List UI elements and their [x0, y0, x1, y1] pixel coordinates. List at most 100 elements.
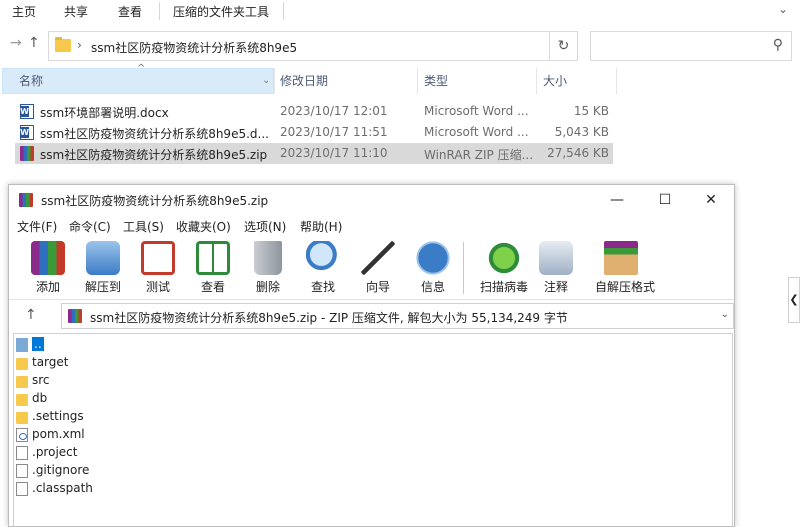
chevron-down-icon[interactable]: ⌄: [778, 2, 788, 16]
chevron-left-icon[interactable]: ❮: [788, 277, 800, 323]
winrar-path-dropdown[interactable]: ssm社区防疫物资统计分析系统8h9e5.zip - ZIP 压缩文件, 解包大…: [61, 303, 734, 329]
search-icon[interactable]: ⚲: [773, 37, 783, 53]
toolbar-label: 测试: [145, 280, 170, 294]
address-path[interactable]: ssm社区防疫物资统计分析系统8h9e5: [91, 39, 297, 56]
sfx-button[interactable]: 自解压格式: [595, 241, 655, 295]
file-size: 27,546 KB: [547, 146, 609, 160]
virus-scan-icon: [487, 241, 521, 275]
file-name[interactable]: ssm社区防疫物资统计分析系统8h9e5.d...: [40, 125, 275, 142]
menu-favorites[interactable]: 收藏夹(O): [176, 218, 231, 235]
file-name[interactable]: ssm社区防疫物资统计分析系统8h9e5.zip: [40, 146, 275, 163]
folder-icon: [16, 358, 28, 370]
column-size-label[interactable]: 大小: [543, 68, 567, 94]
word-doc-icon: [20, 125, 34, 140]
file-row[interactable]: ssm环境部署说明.docx 2023/10/17 12:01 Microsof…: [15, 101, 613, 122]
address-row: → ↑ › ssm社区防疫物资统计分析系统8h9e5 ▾ ↻ ⚲: [0, 31, 800, 61]
folder-icon: [16, 412, 28, 424]
item-name[interactable]: ..: [32, 337, 44, 351]
column-divider: [616, 68, 617, 94]
winrar-menu-bar: 文件(F) 命令(C) 工具(S) 收藏夹(O) 选项(N) 帮助(H): [9, 215, 734, 236]
word-doc-icon: [20, 104, 34, 119]
chevron-right-icon[interactable]: ›: [77, 38, 82, 52]
menu-file[interactable]: 文件(F): [17, 218, 57, 235]
refresh-icon[interactable]: ↻: [550, 31, 578, 61]
test-button[interactable]: 测试: [138, 241, 178, 295]
maximize-icon[interactable]: ☐: [642, 188, 688, 212]
file-size: 15 KB: [573, 104, 609, 118]
ribbon-tab-view[interactable]: 查看: [118, 3, 142, 19]
toolbar-label: 扫描病毒: [479, 280, 528, 294]
column-type-label[interactable]: 类型: [424, 68, 448, 94]
delete-button[interactable]: 删除: [248, 241, 288, 295]
file-icon: [16, 482, 28, 496]
file-type: Microsoft Word ...: [424, 125, 529, 139]
toolbar-divider: [463, 242, 464, 294]
folder-icon: [16, 394, 28, 406]
view-button[interactable]: 查看: [193, 241, 233, 295]
item-name[interactable]: target: [32, 355, 69, 369]
column-headers: ^ 名称 ⌄ 修改日期 类型 大小: [0, 63, 800, 94]
item-name[interactable]: .gitignore: [32, 463, 89, 477]
chevron-down-icon[interactable]: ⌄: [721, 309, 729, 320]
item-name[interactable]: .settings: [32, 409, 84, 423]
menu-help[interactable]: 帮助(H): [300, 218, 342, 235]
column-name-label[interactable]: 名称: [19, 68, 43, 94]
ribbon-separator: [283, 2, 284, 20]
file-row-selected[interactable]: ssm社区防疫物资统计分析系统8h9e5.zip 2023/10/17 11:1…: [15, 143, 613, 164]
file-row[interactable]: ssm社区防疫物资统计分析系统8h9e5.d... 2023/10/17 11:…: [15, 122, 613, 143]
add-button[interactable]: 添加: [28, 241, 68, 295]
file-size: 5,043 KB: [554, 125, 609, 139]
virus-scan-button[interactable]: 扫描病毒: [479, 241, 529, 295]
ribbon-tab-share[interactable]: 共享: [64, 3, 88, 19]
up-arrow-icon[interactable]: ↑: [25, 307, 37, 323]
extract-to-button[interactable]: 解压到: [83, 241, 123, 295]
menu-options[interactable]: 选项(N): [244, 218, 286, 235]
file-icon: [16, 464, 28, 478]
ribbon-tab-home[interactable]: 主页: [12, 3, 36, 19]
item-name[interactable]: .project: [32, 445, 77, 459]
sfx-icon: [604, 241, 638, 275]
find-button[interactable]: 查找: [303, 241, 343, 295]
chevron-down-icon[interactable]: ⌄: [262, 68, 270, 94]
search-input[interactable]: ⚲: [590, 31, 792, 61]
winrar-archive-icon: [20, 146, 34, 161]
archive-path-text: ssm社区防疫物资统计分析系统8h9e5.zip - ZIP 压缩文件, 解包大…: [90, 311, 568, 325]
back-arrow-icon[interactable]: →: [10, 35, 22, 51]
up-arrow-icon[interactable]: ↑: [28, 35, 40, 51]
info-icon: [416, 241, 450, 275]
close-icon[interactable]: ✕: [688, 188, 734, 212]
file-name[interactable]: ssm环境部署说明.docx: [40, 104, 275, 121]
column-divider: [417, 68, 418, 94]
toolbar-label: 注释: [543, 280, 568, 294]
wizard-icon: [361, 241, 395, 275]
address-bar[interactable]: › ssm社区防疫物资统计分析系统8h9e5 ▾: [48, 31, 577, 61]
delete-icon: [254, 241, 282, 275]
toolbar-label: 添加: [35, 280, 60, 294]
comment-icon: [539, 241, 573, 275]
item-name[interactable]: src: [32, 373, 50, 387]
file-type: WinRAR ZIP 压缩...: [424, 148, 534, 162]
add-archive-icon: [31, 241, 65, 275]
file-modified: 2023/10/17 11:51: [280, 125, 388, 139]
menu-command[interactable]: 命令(C): [69, 218, 111, 235]
ribbon-tab-compressed-tools[interactable]: 压缩的文件夹工具: [173, 3, 269, 19]
item-name[interactable]: pom.xml: [32, 427, 85, 441]
winrar-toolbar: 添加 解压到 测试 查看 删除 查找 向导 信息 扫描病毒 注释 自解压格式: [9, 236, 734, 300]
toolbar-label: 删除: [255, 280, 280, 294]
wizard-button[interactable]: 向导: [358, 241, 398, 295]
item-name[interactable]: db: [32, 391, 47, 405]
winrar-title-bar[interactable]: ssm社区防疫物资统计分析系统8h9e5.zip — ☐ ✕: [9, 185, 734, 215]
info-button[interactable]: 信息: [413, 241, 453, 295]
explorer-ribbon: 主页 共享 查看 压缩的文件夹工具 ⌄: [0, 0, 800, 22]
column-modified-label[interactable]: 修改日期: [280, 68, 328, 94]
comment-button[interactable]: 注释: [536, 241, 576, 295]
menu-tools[interactable]: 工具(S): [123, 218, 164, 235]
toolbar-label: 查找: [310, 280, 335, 294]
item-name[interactable]: .classpath: [32, 481, 93, 495]
winrar-archive-icon: [68, 309, 82, 323]
window-title: ssm社区防疫物资统计分析系统8h9e5.zip: [41, 194, 269, 208]
folder-icon: [16, 376, 28, 388]
winrar-archive-icon: [19, 193, 33, 207]
file-modified: 2023/10/17 11:10: [280, 146, 388, 160]
minimize-icon[interactable]: —: [594, 188, 640, 212]
